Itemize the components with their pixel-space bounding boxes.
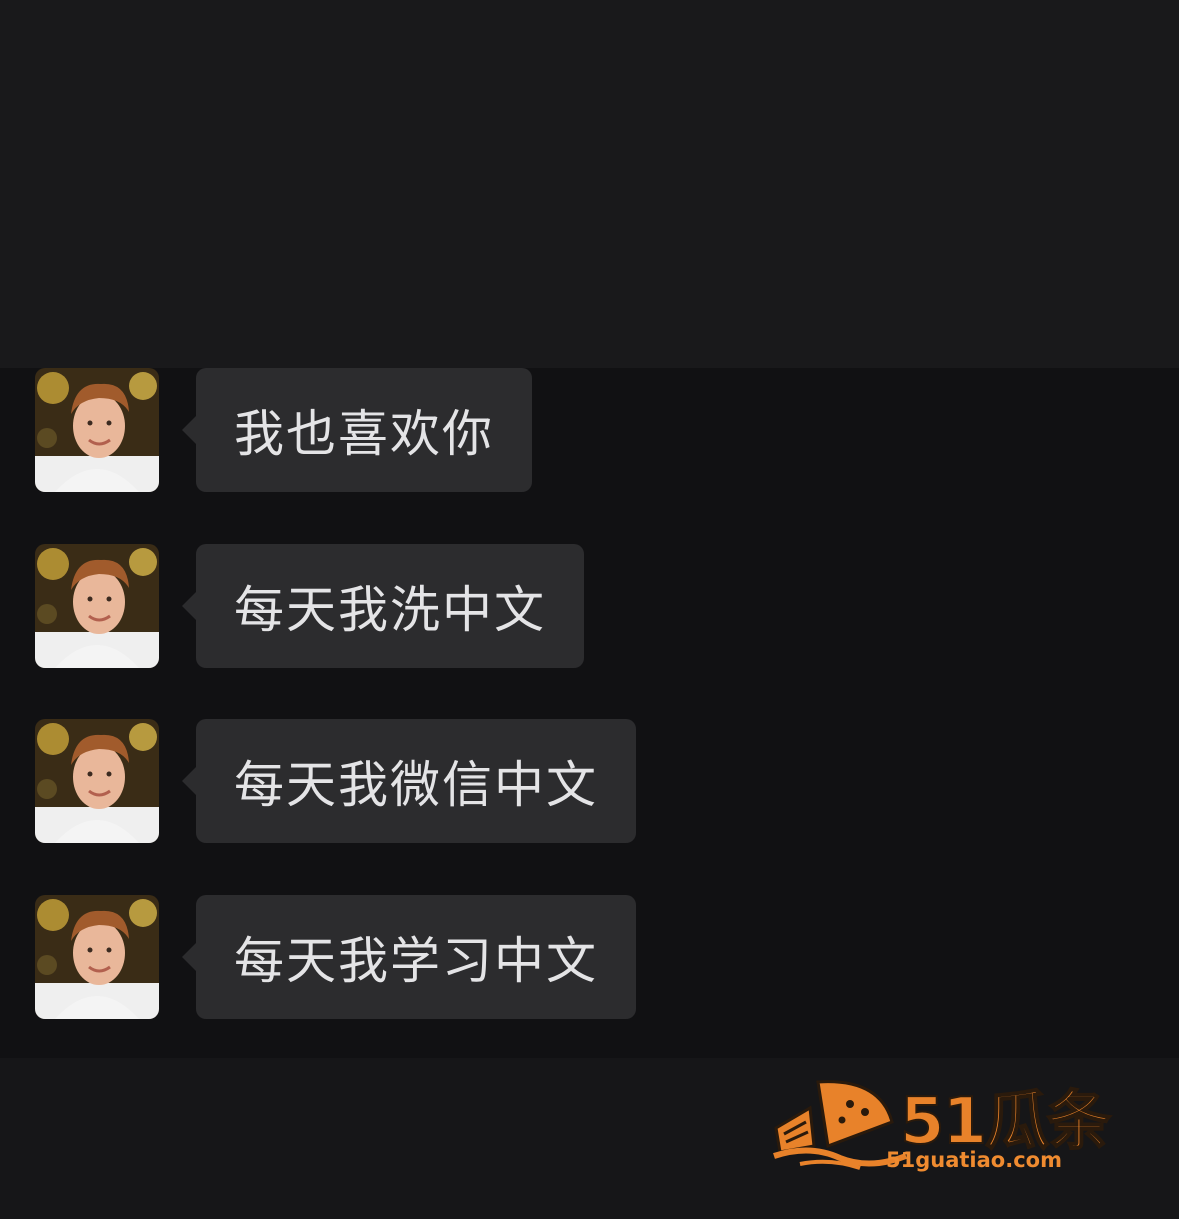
message-bubble[interactable]: 我也喜欢你 xyxy=(182,368,532,492)
watermark-url: 51guatiao.com xyxy=(886,1148,1062,1172)
message-row: 每天我微信中文 xyxy=(0,719,1179,843)
message-bubble[interactable]: 每天我洗中文 xyxy=(182,544,584,668)
avatar[interactable] xyxy=(35,368,159,492)
avatar[interactable] xyxy=(35,895,159,1019)
top-empty-area xyxy=(0,0,1179,368)
message-text: 每天我微信中文 xyxy=(234,756,598,814)
message-bubble[interactable]: 每天我微信中文 xyxy=(182,719,636,843)
avatar[interactable] xyxy=(35,719,159,843)
message-bubble[interactable]: 每天我学习中文 xyxy=(182,895,636,1019)
message-row: 每天我洗中文 xyxy=(0,544,1179,668)
watermark-logo: 51瓜条 51guatiao.com xyxy=(770,1068,1140,1178)
message-row: 我也喜欢你 xyxy=(0,368,1179,492)
message-row: 每天我学习中文 xyxy=(0,895,1179,1019)
message-text: 每天我洗中文 xyxy=(234,581,546,639)
message-text: 我也喜欢你 xyxy=(234,405,494,463)
avatar[interactable] xyxy=(35,544,159,668)
message-text: 每天我学习中文 xyxy=(234,932,598,990)
